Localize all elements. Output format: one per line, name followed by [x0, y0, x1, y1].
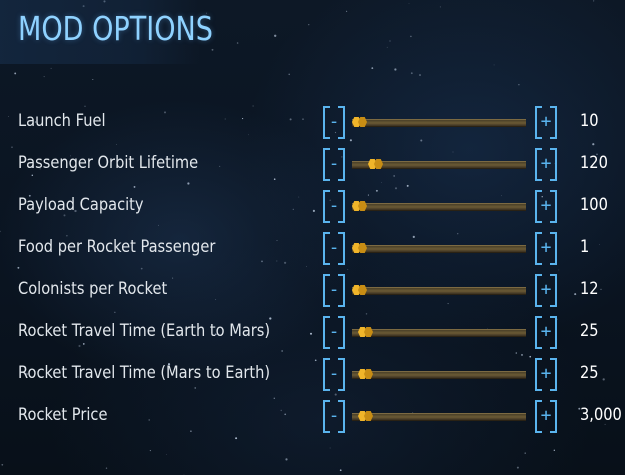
plus-icon: +	[540, 111, 552, 132]
minus-icon: -	[328, 195, 340, 216]
options-list: Launch Fuel - + 10 Passenger Orbit Lifet…	[0, 101, 625, 437]
decrease-button[interactable]: -	[323, 190, 345, 223]
option-row-4: Food per Rocket Passenger - + 1	[0, 227, 625, 269]
slider-thumb[interactable]	[352, 200, 368, 212]
plus-icon: +	[540, 195, 552, 216]
option-label: Rocket Price	[18, 405, 108, 425]
option-label: Rocket Travel Time (Mars to Earth)	[18, 363, 271, 383]
option-value: 100	[580, 195, 608, 215]
decrease-button[interactable]: -	[323, 232, 345, 265]
increase-button[interactable]: +	[535, 316, 557, 349]
option-row-5: Colonists per Rocket - + 12	[0, 269, 625, 311]
option-label: Colonists per Rocket	[18, 279, 168, 299]
option-value: 12	[580, 279, 599, 299]
slider-thumb[interactable]	[352, 116, 368, 128]
plus-icon: +	[540, 153, 552, 174]
option-label: Food per Rocket Passenger	[18, 237, 216, 257]
option-label: Payload Capacity	[18, 195, 144, 215]
plus-icon: +	[540, 405, 552, 426]
slider-thumb[interactable]	[352, 242, 368, 254]
plus-icon: +	[540, 237, 552, 258]
plus-icon: +	[540, 321, 552, 342]
increase-button[interactable]: +	[535, 148, 557, 181]
minus-icon: -	[328, 111, 340, 132]
option-value: 120	[580, 153, 608, 173]
minus-icon: -	[328, 279, 340, 300]
option-row-7: Rocket Travel Time (Mars to Earth) - + 2…	[0, 353, 625, 395]
increase-button[interactable]: +	[535, 190, 557, 223]
page-title: MOD OPTIONS	[18, 9, 213, 48]
slider-track[interactable]	[352, 158, 526, 170]
option-value: 25	[580, 321, 599, 341]
decrease-button[interactable]: -	[323, 400, 345, 433]
minus-icon: -	[328, 405, 340, 426]
minus-icon: -	[328, 153, 340, 174]
option-row-2: Passenger Orbit Lifetime - + 120	[0, 143, 625, 185]
option-value: 1	[580, 237, 590, 257]
slider-track[interactable]	[352, 200, 526, 212]
option-label: Passenger Orbit Lifetime	[18, 153, 199, 173]
decrease-button[interactable]: -	[323, 274, 345, 307]
increase-button[interactable]: +	[535, 232, 557, 265]
option-value: 25	[580, 363, 599, 383]
option-row-6: Rocket Travel Time (Earth to Mars) - + 2…	[0, 311, 625, 353]
slider-thumb[interactable]	[358, 410, 374, 422]
decrease-button[interactable]: -	[323, 106, 345, 139]
decrease-button[interactable]: -	[323, 358, 345, 391]
option-label: Rocket Travel Time (Earth to Mars)	[18, 321, 271, 341]
increase-button[interactable]: +	[535, 274, 557, 307]
slider-thumb[interactable]	[358, 326, 374, 338]
minus-icon: -	[328, 321, 340, 342]
minus-icon: -	[328, 237, 340, 258]
slider-thumb[interactable]	[368, 158, 384, 170]
increase-button[interactable]: +	[535, 358, 557, 391]
option-row-3: Payload Capacity - + 100	[0, 185, 625, 227]
decrease-button[interactable]: -	[323, 316, 345, 349]
slider-thumb[interactable]	[358, 368, 374, 380]
slider-track[interactable]	[352, 242, 526, 254]
slider-track[interactable]	[352, 284, 526, 296]
plus-icon: +	[540, 279, 552, 300]
slider-track[interactable]	[352, 326, 526, 338]
option-value: 10	[580, 111, 599, 131]
increase-button[interactable]: +	[535, 400, 557, 433]
minus-icon: -	[328, 363, 340, 384]
decrease-button[interactable]: -	[323, 148, 345, 181]
plus-icon: +	[540, 363, 552, 384]
option-label: Launch Fuel	[18, 111, 106, 131]
slider-track[interactable]	[352, 116, 526, 128]
option-row-1: Launch Fuel - + 10	[0, 101, 625, 143]
slider-thumb[interactable]	[352, 284, 368, 296]
slider-track[interactable]	[352, 368, 526, 380]
increase-button[interactable]: +	[535, 106, 557, 139]
option-row-8: Rocket Price - + 3,000	[0, 395, 625, 437]
slider-track[interactable]	[352, 410, 526, 422]
option-value: 3,000	[580, 405, 622, 425]
